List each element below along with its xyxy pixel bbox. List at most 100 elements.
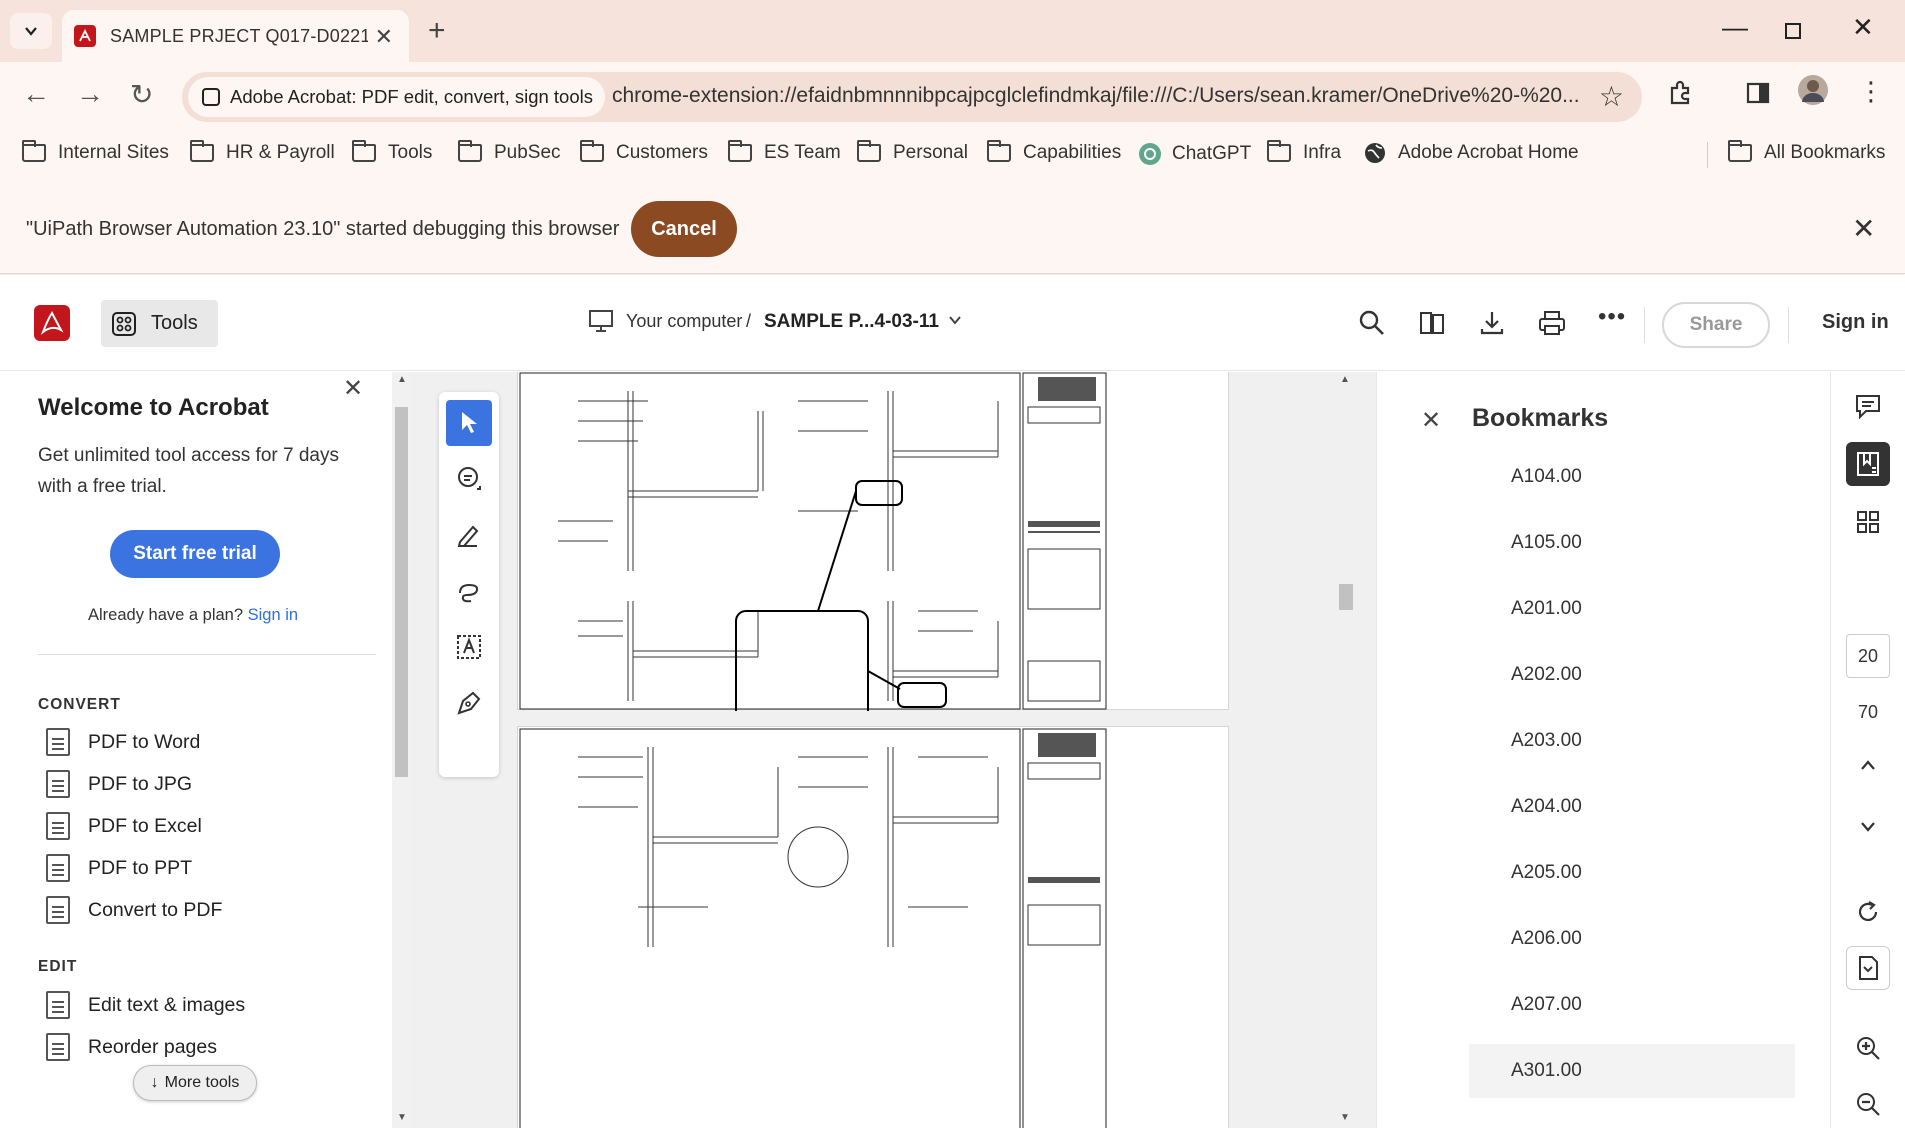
zoom-out-button[interactable]	[1846, 1082, 1890, 1126]
current-page-input[interactable]: 20	[1846, 634, 1890, 678]
browser-tab[interactable]: SAMPLE PRJECT Q017-D02217 ✕	[62, 10, 409, 62]
pdf-page[interactable]	[517, 372, 1229, 762]
rotate-button[interactable]	[1846, 890, 1890, 934]
bookmark-item[interactable]: A104.00	[1511, 466, 1582, 488]
address-bar[interactable]: Adobe Acrobat: PDF edit, convert, sign t…	[182, 72, 1642, 122]
acrobat-logo-icon[interactable]	[34, 305, 70, 341]
tool-pdf-to-word[interactable]: PDF to Word	[46, 728, 200, 756]
browser-menu-icon[interactable]: ⋮	[1858, 76, 1884, 107]
bookmark-personal[interactable]: Personal	[856, 140, 968, 164]
share-button[interactable]: Share	[1662, 302, 1770, 348]
highlight-tool[interactable]	[446, 512, 492, 558]
tab-close-icon[interactable]: ✕	[375, 24, 393, 50]
extensions-puzzle-icon[interactable]	[1667, 80, 1693, 111]
tool-convert-to-pdf[interactable]: Convert to PDF	[46, 896, 222, 924]
breadcrumb-location[interactable]: Your computer	[626, 311, 742, 332]
tool-pdf-to-ppt[interactable]: PDF to PPT	[46, 854, 192, 882]
url-text[interactable]: chrome-extension://efaidnbmnnnibpcajpcgl…	[612, 84, 1582, 108]
back-icon[interactable]: ←	[22, 78, 50, 110]
print-icon[interactable]	[1538, 309, 1566, 342]
window-close-icon[interactable]: ✕	[1852, 12, 1874, 43]
scroll-up-icon[interactable]: ▲	[1340, 374, 1350, 385]
zoom-in-button[interactable]	[1846, 1026, 1890, 1070]
new-tab-icon[interactable]: +	[428, 14, 446, 48]
reload-icon[interactable]: ↻	[130, 78, 153, 111]
bookmarks-divider	[1707, 142, 1708, 168]
bookmark-star-icon[interactable]: ☆	[1599, 80, 1624, 113]
file-menu-chevron-icon[interactable]	[948, 313, 962, 332]
bookmark-infra[interactable]: Infra	[1266, 140, 1341, 164]
file-name[interactable]: SAMPLE P...4-03-11	[764, 311, 939, 333]
more-tools-button[interactable]: ↓ More tools	[133, 1065, 257, 1101]
plan-sign-in-link[interactable]: Sign in	[248, 606, 298, 624]
draw-tool[interactable]	[446, 568, 492, 614]
bookmark-hr-payroll[interactable]: HR & Payroll	[189, 140, 335, 164]
comment-tool[interactable]	[446, 456, 492, 502]
bookmark-item[interactable]: A207.00	[1511, 994, 1582, 1016]
tools-panel-scrollbar[interactable]: ▲ ▼	[392, 372, 411, 1128]
bookmark-chatgpt[interactable]: ChatGPT	[1138, 142, 1251, 166]
scrollbar-thumb[interactable]	[1339, 584, 1353, 610]
select-tool[interactable]	[446, 400, 492, 446]
bookmark-es-team[interactable]: ES Team	[727, 140, 841, 164]
zoom-in-icon	[1857, 1037, 1880, 1060]
bookmark-item[interactable]: A204.00	[1511, 796, 1582, 818]
side-panel-icon[interactable]	[1745, 80, 1771, 111]
scroll-up-icon[interactable]: ▲	[397, 374, 407, 385]
download-icon[interactable]	[1478, 309, 1506, 342]
search-icon[interactable]	[1358, 309, 1386, 342]
profile-avatar[interactable]	[1797, 74, 1829, 111]
next-page-button[interactable]	[1846, 804, 1890, 848]
text-tool[interactable]	[446, 624, 492, 670]
bookmark-item[interactable]: A105.00	[1511, 532, 1582, 554]
thumbnails-panel-button[interactable]	[1846, 500, 1890, 544]
maximize-icon[interactable]	[1784, 16, 1802, 47]
comments-panel-button[interactable]	[1846, 384, 1890, 428]
bookmark-label: Personal	[893, 142, 968, 163]
cancel-debugging-button[interactable]: Cancel	[631, 201, 737, 257]
tool-edit-text-images[interactable]: Edit text & images	[46, 991, 245, 1019]
tool-pdf-to-excel[interactable]: PDF to Excel	[46, 812, 202, 840]
sign-in-link[interactable]: Sign in	[1822, 311, 1889, 334]
tool-pdf-to-jpg[interactable]: PDF to JPG	[46, 770, 192, 798]
bookmark-internal-sites[interactable]: Internal Sites	[21, 140, 169, 164]
bookmark-item[interactable]: A206.00	[1511, 928, 1582, 950]
chatgpt-icon	[1139, 143, 1161, 165]
bookmark-item[interactable]: A202.00	[1511, 664, 1582, 686]
bookmark-item[interactable]: A301.00	[1511, 1060, 1582, 1082]
tool-label: PDF to PPT	[88, 856, 193, 879]
bookmark-item[interactable]: A203.00	[1511, 730, 1582, 752]
thumbnails-grid-icon	[1857, 511, 1879, 533]
bookmark-label: PubSec	[494, 142, 561, 163]
forward-icon[interactable]: →	[76, 78, 104, 110]
more-options-icon[interactable]: •••	[1598, 303, 1626, 331]
page-display-icon[interactable]	[1418, 309, 1446, 342]
scrollbar-thumb[interactable]	[395, 407, 408, 777]
pdf-page[interactable]	[517, 726, 1229, 1128]
tools-button[interactable]: Tools	[101, 300, 218, 347]
bookmark-item[interactable]: A205.00	[1511, 862, 1582, 884]
tool-reorder-pages[interactable]: Reorder pages	[46, 1033, 217, 1061]
infobar-close-icon[interactable]: ✕	[1852, 212, 1875, 245]
start-free-trial-button[interactable]: Start free trial	[110, 530, 280, 578]
bookmark-capabilities[interactable]: Capabilities	[986, 140, 1121, 164]
minimize-icon[interactable]: —	[1722, 12, 1748, 43]
bookmark-tools[interactable]: Tools	[351, 140, 432, 164]
site-info-chip[interactable]: Adobe Acrobat: PDF edit, convert, sign t…	[188, 77, 605, 117]
document-scrollbar[interactable]: ▲ ▼	[1336, 372, 1356, 1128]
bookmark-pubsec[interactable]: PubSec	[457, 140, 561, 164]
bookmarks-close-icon[interactable]: ✕	[1421, 406, 1441, 435]
all-bookmarks[interactable]: All Bookmarks	[1727, 140, 1885, 164]
panel-close-icon[interactable]: ✕	[343, 374, 363, 403]
tab-search-button[interactable]	[10, 13, 52, 49]
page-fit-button[interactable]	[1846, 946, 1890, 990]
bookmark-adobe-acrobat-home[interactable]: Adobe Acrobat Home	[1364, 142, 1579, 164]
previous-page-button[interactable]	[1846, 744, 1890, 788]
bookmark-item[interactable]: A201.00	[1511, 598, 1582, 620]
sign-tool[interactable]	[446, 680, 492, 726]
folder-icon	[856, 140, 881, 162]
bookmark-customers[interactable]: Customers	[579, 140, 708, 164]
scroll-down-icon[interactable]: ▼	[397, 1112, 407, 1123]
bookmarks-panel-button[interactable]	[1846, 442, 1890, 486]
scroll-down-icon[interactable]: ▼	[1340, 1112, 1350, 1123]
